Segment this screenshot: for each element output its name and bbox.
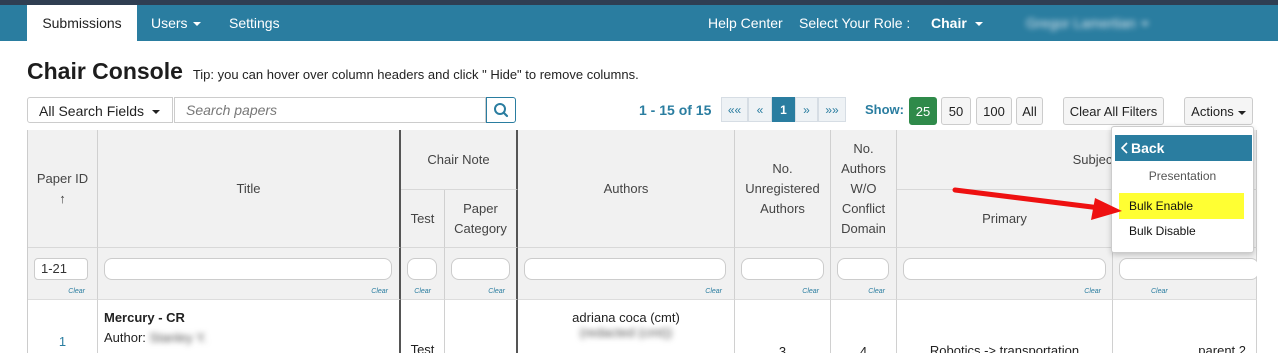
column-header-unregistered[interactable]: No. Unregistered Authors (735, 130, 831, 248)
show-100-button[interactable]: 100 (976, 97, 1012, 125)
menu-back-item[interactable]: Back (1115, 135, 1252, 161)
chevron-down-icon (1237, 110, 1246, 115)
clear-filter-link[interactable]: Clear (68, 288, 85, 295)
show-all-button[interactable]: All (1016, 97, 1043, 125)
column-header-paper-category[interactable]: Paper Category (445, 190, 518, 248)
author-entry-1: adriana coca (cmt) (572, 310, 680, 325)
paper-author-line: Author: Stanley Y. (104, 330, 399, 345)
actions-label: Actions (1191, 104, 1234, 119)
clear-filter-link[interactable]: Clear (414, 288, 431, 295)
column-header-authors[interactable]: Authors (518, 130, 735, 248)
filter-cell-secondary: Clear (1113, 248, 1257, 300)
title-cell: Mercury - CR Author: Stanley Y. (98, 300, 401, 353)
clear-filter-link[interactable]: Clear (371, 288, 388, 295)
filter-authors-input[interactable] (524, 258, 726, 280)
filter-paper-id-input[interactable]: 1-21 (34, 258, 88, 280)
page-last-button[interactable]: »» (818, 97, 846, 122)
paper-category-cell (445, 300, 518, 353)
role-value: Chair (931, 15, 967, 31)
page-next-button[interactable]: » (795, 97, 818, 122)
chevron-down-icon (974, 22, 983, 27)
paper-title[interactable]: Mercury - CR (104, 310, 399, 325)
clear-filter-link[interactable]: Clear (1151, 288, 1168, 295)
search-button[interactable] (486, 97, 516, 123)
authors-cell: adriana coca (cmt) (redacted (cmt)) (518, 300, 735, 353)
filter-unregistered-input[interactable] (741, 258, 824, 280)
papers-table: Paper ID ↑ Title Chair Note Test Paper C… (27, 130, 1257, 353)
page-current-button[interactable]: 1 (772, 97, 795, 122)
clear-filter-link[interactable]: Clear (868, 288, 885, 295)
nav-users-label: Users (151, 15, 188, 31)
no-conflict-count: 4 (831, 300, 897, 353)
filter-primary-input[interactable] (903, 258, 1106, 280)
show-label: Show: (865, 102, 904, 117)
page-prev-button[interactable]: « (748, 97, 772, 122)
filter-cell-test: Clear (401, 248, 445, 300)
filter-test-input[interactable] (407, 258, 437, 280)
column-header-title[interactable]: Title (98, 130, 401, 248)
filter-cell-authors: Clear (518, 248, 735, 300)
clear-filter-link[interactable]: Clear (1084, 288, 1101, 295)
filter-cell-paper-category: Clear (445, 248, 518, 300)
search-input[interactable] (174, 97, 486, 123)
filter-title-input[interactable] (104, 258, 392, 280)
clear-filter-link[interactable]: Clear (488, 288, 505, 295)
filter-cell-paper-id: 1-21 Clear (28, 248, 98, 300)
actions-dropdown-menu: Back Presentation Bulk Enable Bulk Disab… (1111, 126, 1254, 253)
paper-id-link[interactable]: 1 (28, 300, 98, 353)
filter-cell-unregistered: Clear (735, 248, 831, 300)
filter-secondary-input[interactable] (1119, 258, 1257, 280)
chevron-down-icon (152, 110, 161, 115)
unregistered-count: 3 (735, 300, 831, 353)
filter-cell-primary: Clear (897, 248, 1113, 300)
pagination-range: 1 - 15 of 15 (639, 102, 712, 118)
sort-ascending-icon: ↑ (59, 190, 66, 206)
clear-filter-link[interactable]: Clear (802, 288, 819, 295)
author-name: Stanley Y. (149, 330, 207, 345)
page-tip: Tip: you can hover over column headers a… (192, 67, 639, 82)
filter-cell-title: Clear (98, 248, 401, 300)
nav-settings[interactable]: Settings (229, 5, 280, 41)
filter-paper-category-input[interactable] (451, 258, 510, 280)
author-entry-2: (redacted (cmt)) (579, 325, 673, 340)
role-selector[interactable]: Chair (931, 5, 983, 41)
user-name: Gregor Lamertian (1026, 15, 1136, 31)
column-header-test[interactable]: Test (401, 190, 445, 248)
filter-no-conflict-input[interactable] (837, 258, 889, 280)
nav-tab-submissions[interactable]: Submissions (27, 5, 137, 41)
show-25-button[interactable]: 25 (909, 97, 937, 125)
page-first-button[interactable]: «« (721, 97, 748, 122)
nav-users-menu[interactable]: Users (151, 5, 201, 41)
column-header-paper-id-label: Paper ID (36, 170, 89, 186)
primary-subject: Robotics -> transportation (897, 300, 1113, 353)
page-title: Chair Console (27, 58, 183, 84)
title-row: Chair Console Tip: you can hover over co… (27, 58, 639, 85)
menu-back-label: Back (1131, 140, 1165, 156)
test-cell: Test (401, 300, 445, 353)
nav-help-center[interactable]: Help Center (708, 5, 783, 41)
menu-item-bulk-enable[interactable]: Bulk Enable (1119, 193, 1244, 219)
role-label: Select Your Role : (799, 15, 911, 31)
navbar: Submissions Users Settings Help Center S… (0, 5, 1278, 41)
filter-cell-no-conflict: Clear (831, 248, 897, 300)
menu-item-bulk-disable[interactable]: Bulk Disable (1119, 224, 1196, 238)
column-group-chair-note: Chair Note (401, 130, 518, 190)
clear-all-filters-button[interactable]: Clear All Filters (1063, 97, 1164, 125)
chevron-down-icon (1140, 22, 1149, 27)
column-header-paper-id[interactable]: Paper ID ↑ (28, 130, 98, 248)
show-50-button[interactable]: 50 (941, 97, 971, 125)
search-field-select-label: All Search Fields (39, 103, 145, 119)
user-menu[interactable]: Gregor Lamertian (1026, 5, 1149, 41)
annotation-arrow (952, 187, 1122, 220)
secondary-subject: parent 2 (1113, 300, 1257, 353)
chevron-left-icon (1121, 142, 1128, 154)
menu-section-presentation: Presentation (1148, 169, 1217, 183)
search-icon (494, 103, 509, 118)
chevron-down-icon (192, 22, 201, 27)
author-label: Author: (104, 330, 146, 345)
search-field-select[interactable]: All Search Fields (27, 97, 173, 123)
clear-filter-link[interactable]: Clear (705, 288, 722, 295)
column-header-no-conflict[interactable]: No. Authors W/O Conflict Domain (831, 130, 897, 248)
actions-button[interactable]: Actions (1184, 97, 1253, 125)
